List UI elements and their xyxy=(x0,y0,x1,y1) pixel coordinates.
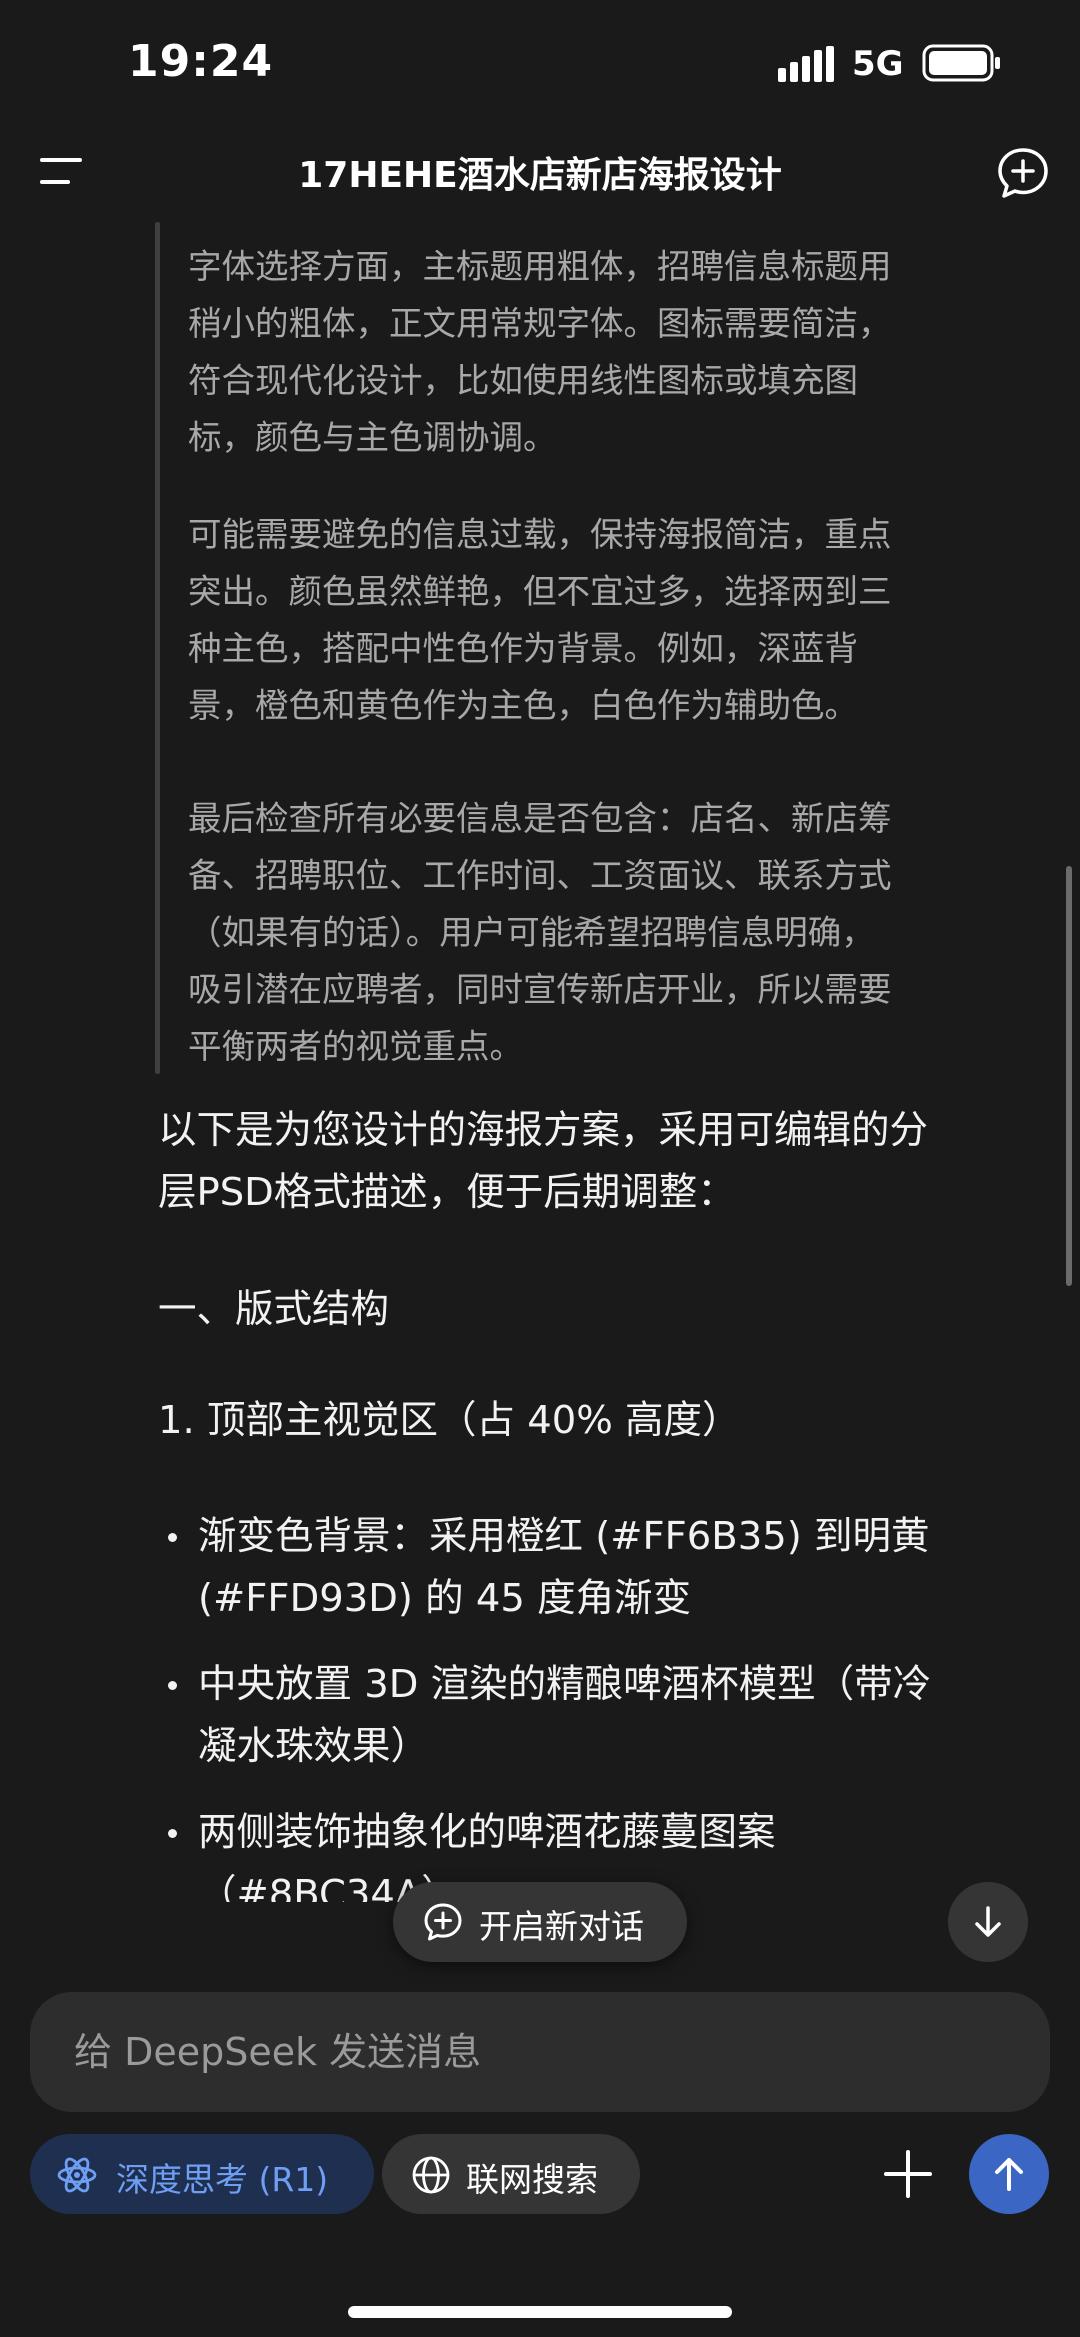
answer-line: 以下是为您设计的海报方案，采用可编辑的分 xyxy=(158,1108,929,1153)
thinking-line: 符合现代化设计，比如使用线性图标或填充图 xyxy=(188,361,858,400)
thinking-line: 最后检查所有必要信息是否包含：店名、新店筹 xyxy=(188,799,892,838)
answer-intro: 以下是为您设计的海报方案，采用可编辑的分 层PSD格式描述，便于后期调整： xyxy=(158,1100,1038,1224)
status-time: 19:24 xyxy=(128,36,274,87)
thinking-line: 吸引潜在应聘者，同时宣传新店开业，所以需要 xyxy=(188,970,892,1009)
bullet-dot xyxy=(168,1533,177,1542)
thinking-line: 稍小的粗体，正文用常规字体。图标需要简洁， xyxy=(188,304,892,343)
thinking-line: 景，橙色和黄色作为主色，白色作为辅助色。 xyxy=(188,686,858,725)
bullet-item: 渐变色背景：采用橙红 (#FF6B35) 到明黄 (#FFD93D) 的 45 … xyxy=(198,1506,1018,1630)
new-chat-label: 开启新对话 xyxy=(479,1907,644,1946)
bullet-item: 中央放置 3D 渲染的精酿啤酒杯模型（带冷 凝水珠效果） xyxy=(198,1654,1018,1778)
thinking-paragraph-1: 字体选择方面，主标题用粗体，招聘信息标题用 稍小的粗体，正文用常规字体。图标需要… xyxy=(188,238,1008,466)
new-chat-button[interactable]: 开启新对话 xyxy=(393,1882,687,1962)
web-search-toggle[interactable]: 联网搜索 xyxy=(382,2134,640,2214)
menu-icon[interactable] xyxy=(36,150,86,194)
battery-icon xyxy=(922,44,1000,82)
section-heading: 一、版式结构 xyxy=(158,1287,390,1332)
thinking-line: 备、招聘职位、工作时间、工资面议、联系方式 xyxy=(188,856,892,895)
thinking-line: （如果有的话）。用户可能希望招聘信息明确， xyxy=(188,913,875,952)
new-chat-icon xyxy=(424,1903,462,1941)
thinking-paragraph-2: 可能需要避免的信息过载，保持海报简洁，重点 突出。颜色虽然鲜艳，但不宜过多，选择… xyxy=(188,506,1008,734)
thinking-line: 平衡两者的视觉重点。 xyxy=(188,1027,523,1066)
bullet-line: (#FFD93D) 的 45 度角渐变 xyxy=(198,1576,692,1621)
home-indicator[interactable] xyxy=(348,2306,732,2318)
deep-think-toggle[interactable]: 深度思考 (R1) xyxy=(30,2134,374,2214)
thinking-paragraph-3: 最后检查所有必要信息是否包含：店名、新店筹 备、招聘职位、工作时间、工资面议、联… xyxy=(188,790,1008,1075)
arrow-up-icon xyxy=(995,2158,1023,2191)
bullet-dot xyxy=(168,1681,177,1690)
network-type: 5G xyxy=(852,44,904,84)
send-button[interactable] xyxy=(969,2134,1049,2214)
scrollbar-thumb[interactable] xyxy=(1066,866,1072,1286)
arrow-down-icon xyxy=(975,1906,1001,1937)
bullet-line: 凝水珠效果） xyxy=(198,1724,430,1769)
subsection-heading: 1. 顶部主视觉区（占 40% 高度） xyxy=(158,1398,741,1443)
scroll-to-bottom-button[interactable] xyxy=(948,1882,1028,1962)
answer-line: 层PSD格式描述，便于后期调整： xyxy=(158,1170,736,1215)
thinking-line: 字体选择方面，主标题用粗体，招聘信息标题用 xyxy=(188,247,892,286)
globe-icon xyxy=(412,2156,450,2194)
signal-bars-icon xyxy=(778,46,834,82)
thinking-quote-bar xyxy=(155,222,160,1074)
page-title: 17HEHE酒水店新店海报设计 xyxy=(298,155,782,196)
message-input[interactable] xyxy=(72,2016,1006,2088)
bullet-line: 两侧装饰抽象化的啤酒花藤蔓图案 xyxy=(198,1810,776,1855)
plus-icon[interactable] xyxy=(880,2146,936,2202)
message-composer xyxy=(30,1992,1050,2112)
new-chat-icon[interactable] xyxy=(996,146,1050,200)
thinking-line: 标，颜色与主色调协调。 xyxy=(188,418,557,457)
thinking-line: 突出。颜色虽然鲜艳，但不宜过多，选择两到三 xyxy=(188,572,892,611)
thinking-line: 种主色，搭配中性色作为背景。例如，深蓝背 xyxy=(188,629,858,668)
atom-icon xyxy=(57,2157,97,2193)
web-search-label: 联网搜索 xyxy=(466,2160,598,2199)
bullet-dot xyxy=(168,1829,177,1838)
deep-think-label: 深度思考 (R1) xyxy=(116,2160,329,2199)
bullet-line: 渐变色背景：采用橙红 (#FF6B35) 到明黄 xyxy=(198,1514,930,1559)
thinking-line: 可能需要避免的信息过载，保持海报简洁，重点 xyxy=(188,515,892,554)
bullet-line: 中央放置 3D 渲染的精酿啤酒杯模型（带冷 xyxy=(198,1662,932,1707)
